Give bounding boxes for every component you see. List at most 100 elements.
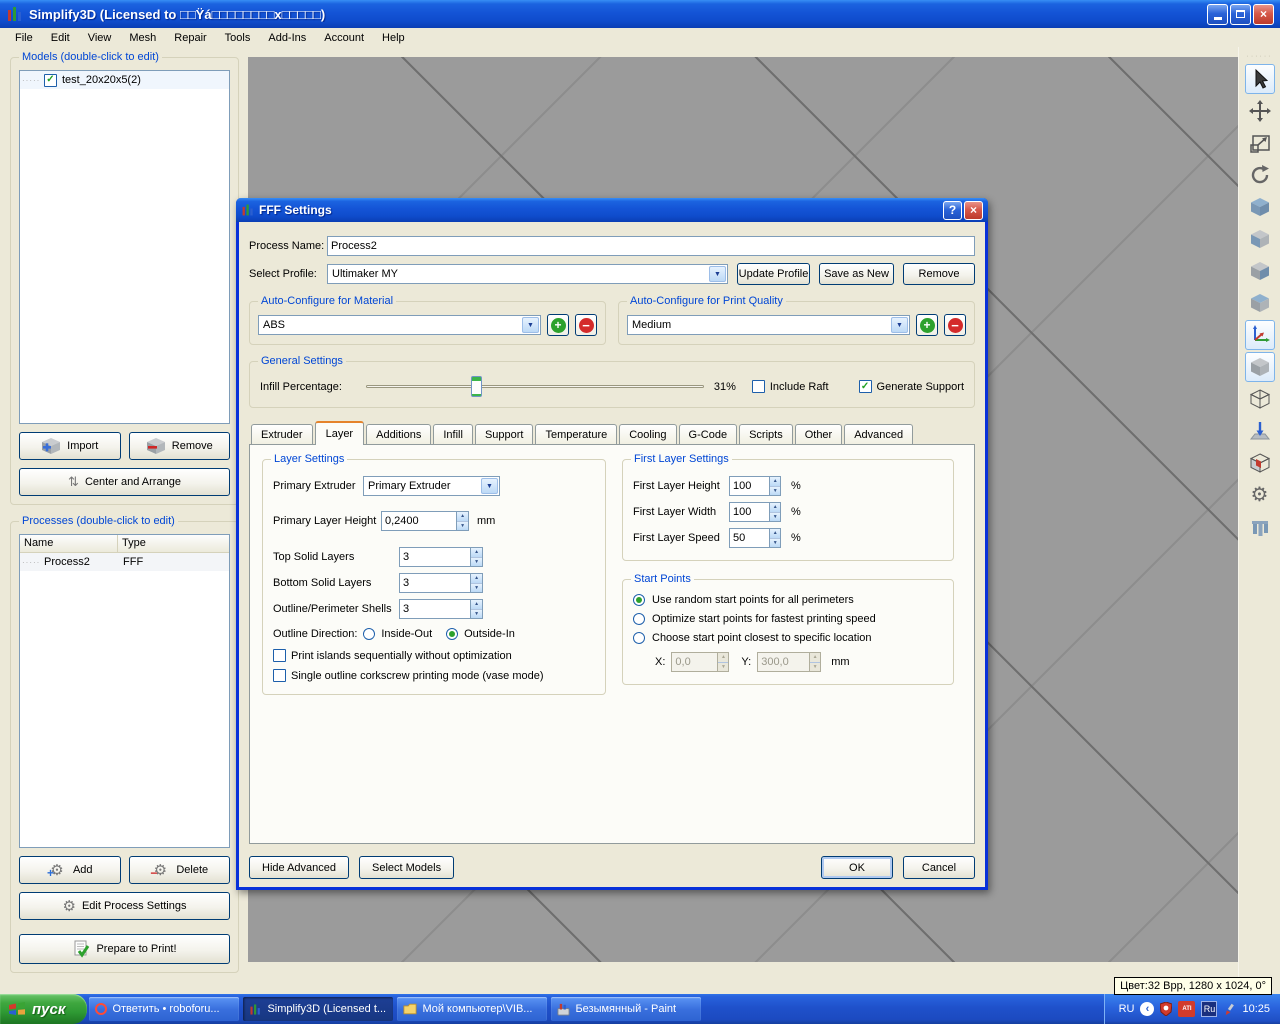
tab-gcode[interactable]: G-Code [679,424,738,444]
chevron-down-icon[interactable]: ▼ [891,317,908,333]
column-name[interactable]: Name [20,535,118,552]
inside-out-radio[interactable] [363,628,375,640]
machine-settings-button[interactable]: ⚙ [1245,480,1275,510]
outline-shells-input[interactable] [399,599,470,619]
random-start-points-radio[interactable] [633,594,645,606]
menu-mesh[interactable]: Mesh [120,30,165,46]
add-material-button[interactable]: + [547,314,569,336]
infill-slider[interactable] [366,376,704,397]
scale-tool[interactable] [1245,128,1275,158]
remove-profile-button[interactable]: Remove [903,263,975,285]
menu-help[interactable]: Help [373,30,414,46]
vase-mode-checkbox[interactable]: ✓ [273,669,286,682]
task-opera[interactable]: Ответить • roboforu... [89,997,239,1021]
models-list[interactable]: ····· ✓ test_20x20x5(2) [19,70,230,424]
model-checkbox[interactable]: ✓ [44,74,57,87]
optimize-start-points-radio[interactable] [633,613,645,625]
process-list[interactable]: Name Type ····· Process2 FFF [19,534,230,848]
antivirus-shield-icon[interactable] [1160,1002,1172,1016]
material-select[interactable]: ABS ▼ [258,315,541,335]
quality-select[interactable]: Medium ▼ [627,315,910,335]
rotate-tool[interactable] [1245,160,1275,190]
view-top-button[interactable] [1245,288,1275,318]
save-as-new-button[interactable]: Save as New [819,263,894,285]
update-profile-button[interactable]: Update Profile [737,263,810,285]
tab-scripts[interactable]: Scripts [739,424,793,444]
menu-edit[interactable]: Edit [42,30,79,46]
solid-view-button[interactable] [1245,352,1275,382]
tab-additions[interactable]: Additions [366,424,431,444]
top-solid-layers-input[interactable] [399,547,470,567]
start-y-input[interactable] [757,652,809,672]
edit-process-settings-button[interactable]: ⚙ Edit Process Settings [19,892,230,920]
cross-section-button[interactable] [1245,448,1275,478]
tab-support[interactable]: Support [475,424,534,444]
support-structures-button[interactable] [1245,512,1275,542]
cancel-button[interactable]: Cancel [903,856,975,879]
add-process-button[interactable]: ⚙+ Add [19,856,121,884]
first-layer-height-spinner[interactable]: ▲▼ [729,476,781,496]
remove-button[interactable]: Remove [129,432,231,460]
move-tool[interactable] [1245,96,1275,126]
toolbar-gripper[interactable]: ······ [1247,55,1273,63]
menu-view[interactable]: View [79,30,121,46]
tab-infill[interactable]: Infill [433,424,473,444]
wireframe-view-button[interactable] [1245,384,1275,414]
outside-in-radio[interactable] [446,628,458,640]
start-y-spinner[interactable]: ▲▼ [757,652,821,672]
start-x-input[interactable] [671,652,717,672]
first-layer-speed-spinner[interactable]: ▲▼ [729,528,781,548]
import-button[interactable]: Import [19,432,121,460]
choose-start-point-radio[interactable] [633,632,645,644]
generate-support-checkbox[interactable]: ✓ [859,380,872,393]
ok-button[interactable]: OK [821,856,893,879]
bottom-solid-layers-input[interactable] [399,573,470,593]
task-simplify3d[interactable]: Simplify3D (Licensed t... [243,997,393,1021]
ati-tray-icon[interactable]: ATI [1178,1001,1195,1017]
start-x-spinner[interactable]: ▲▼ [671,652,729,672]
delete-process-button[interactable]: ⚙− Delete [129,856,231,884]
close-button[interactable]: × [1253,4,1274,25]
restore-button[interactable] [1230,4,1251,25]
clock[interactable]: 10:25 [1242,1003,1270,1015]
chevron-down-icon[interactable]: ▼ [522,317,539,333]
center-and-arrange-button[interactable]: ⇅ Center and Arrange [19,468,230,496]
dialog-close-button[interactable]: × [964,201,983,220]
task-paint[interactable]: Безымянный - Paint [551,997,701,1021]
menu-repair[interactable]: Repair [165,30,215,46]
language-bar-icon[interactable]: Ru [1201,1001,1217,1017]
process-row[interactable]: ····· Process2 FFF [20,553,229,571]
add-quality-button[interactable]: + [916,314,938,336]
slider-thumb[interactable] [471,376,482,397]
print-islands-checkbox[interactable]: ✓ [273,649,286,662]
spin-up-icon[interactable]: ▲ [457,512,468,522]
model-list-item[interactable]: ····· ✓ test_20x20x5(2) [20,71,229,89]
language-indicator[interactable]: RU [1119,1003,1135,1015]
primary-extruder-select[interactable]: Primary Extruder ▼ [363,476,500,496]
tab-advanced[interactable]: Advanced [844,424,913,444]
remove-quality-button[interactable]: − [944,314,966,336]
chevron-down-icon[interactable]: ▼ [709,266,726,282]
view-default-button[interactable] [1245,192,1275,222]
select-models-button[interactable]: Select Models [359,856,454,879]
tab-extruder[interactable]: Extruder [251,424,313,444]
task-my-computer[interactable]: Мой компьютер\VIB... [397,997,547,1021]
menu-addins[interactable]: Add-Ins [259,30,315,46]
tab-temperature[interactable]: Temperature [535,424,617,444]
hide-advanced-button[interactable]: Hide Advanced [249,856,349,879]
brush-tray-icon[interactable] [1223,1003,1236,1016]
slider-track[interactable] [366,385,704,388]
chevron-down-icon[interactable]: ▼ [481,478,498,494]
spin-down-icon[interactable]: ▼ [457,522,468,531]
include-raft-checkbox[interactable]: ✓ [752,380,765,393]
process-name-input[interactable] [327,236,975,256]
profile-select[interactable]: Ultimaker MY ▼ [327,264,728,284]
select-cursor-tool[interactable] [1245,64,1275,94]
place-surface-on-bed-button[interactable] [1245,416,1275,446]
menu-file[interactable]: File [6,30,42,46]
tab-layer[interactable]: Layer [315,421,365,445]
first-layer-height-input[interactable] [729,476,769,496]
menu-tools[interactable]: Tools [216,30,260,46]
tab-other[interactable]: Other [795,424,843,444]
top-solid-layers-spinner[interactable]: ▲▼ [399,547,483,567]
